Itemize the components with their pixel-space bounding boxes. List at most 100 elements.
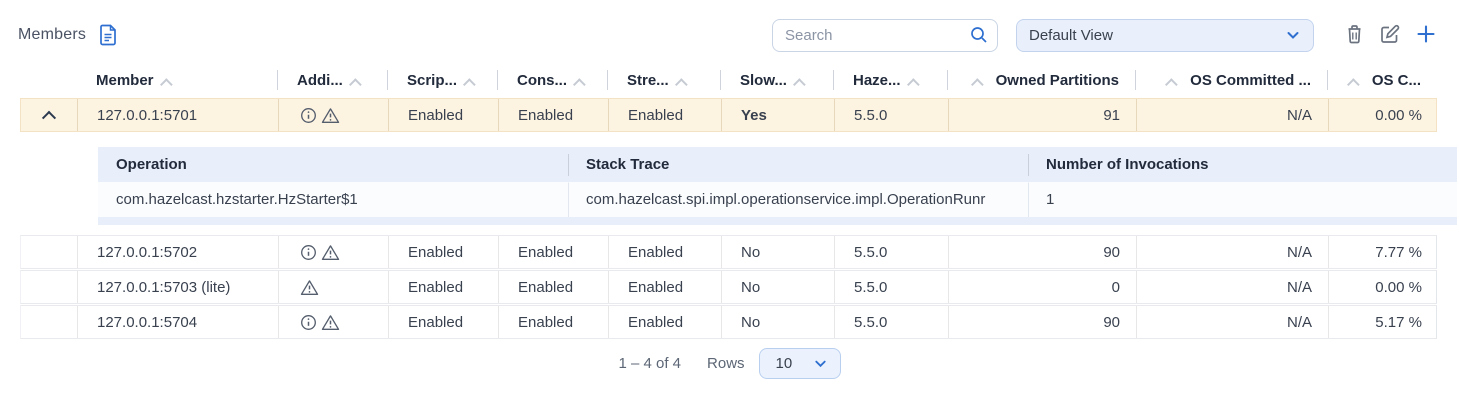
scripting-cell: Enabled bbox=[388, 236, 498, 268]
rows-per-page-select[interactable]: 10 bbox=[759, 348, 841, 379]
member-address-cell: 127.0.0.1:5704 bbox=[77, 306, 278, 338]
column-header-addi[interactable]: Addi... bbox=[277, 62, 387, 98]
sort-caret-icon bbox=[1347, 78, 1360, 91]
owned-partitions-cell: 0 bbox=[948, 271, 1136, 303]
stack-trace-cell: com.hazelcast.spi.impl.operationservice.… bbox=[568, 182, 1028, 217]
members-page: Members Default View bbox=[0, 0, 1459, 402]
owned-partitions-cell: 90 bbox=[948, 306, 1136, 338]
os-committed-cell: N/A bbox=[1136, 99, 1328, 131]
column-header-haze[interactable]: Haze... bbox=[833, 62, 947, 98]
warning-icon[interactable] bbox=[321, 314, 340, 331]
chevron-down-icon bbox=[813, 356, 828, 371]
warning-icon[interactable] bbox=[300, 279, 319, 296]
version-cell: 5.5.0 bbox=[834, 99, 948, 131]
owned-partitions-cell: 90 bbox=[948, 236, 1136, 268]
chevron-up-icon bbox=[42, 111, 56, 125]
search-input[interactable] bbox=[772, 19, 998, 52]
subtable-column-header: Stack Trace bbox=[568, 147, 1028, 182]
member-row[interactable]: 127.0.0.1:5703 (lite)EnabledEnabledEnabl… bbox=[20, 270, 1437, 304]
column-header-owned-partitions[interactable]: Owned Partitions bbox=[947, 62, 1135, 98]
column-header-os-committed[interactable]: OS Committed ... bbox=[1135, 62, 1327, 98]
column-header-expander bbox=[20, 62, 76, 98]
column-label: Addi... bbox=[297, 72, 343, 89]
view-selector[interactable]: Default View bbox=[1016, 19, 1314, 52]
document-icon[interactable] bbox=[98, 24, 118, 46]
streaming-cell: Enabled bbox=[608, 99, 721, 131]
column-header-scrip[interactable]: Scrip... bbox=[387, 62, 497, 98]
console-cell: Enabled bbox=[498, 236, 608, 268]
search-box bbox=[772, 19, 998, 52]
scripting-cell: Enabled bbox=[388, 271, 498, 303]
member-row[interactable]: 127.0.0.1:5702EnabledEnabledEnabledNo5.5… bbox=[20, 235, 1437, 269]
sort-caret-icon bbox=[971, 78, 984, 91]
column-header-cons[interactable]: Cons... bbox=[497, 62, 607, 98]
members-table: Member Addi... Scrip... Cons...Stre... Slow.… bbox=[20, 62, 1437, 339]
subtable-column-header: Number of Invocations bbox=[1028, 147, 1457, 182]
warning-icon[interactable] bbox=[321, 244, 340, 261]
table-header-row: Member Addi... Scrip... Cons...Stre... Slow.… bbox=[20, 62, 1437, 98]
column-label: Haze... bbox=[853, 72, 901, 89]
column-header-slow[interactable]: Slow... bbox=[720, 62, 833, 98]
additional-info-cell bbox=[278, 236, 388, 268]
slow-cell: No bbox=[721, 306, 834, 338]
search-icon[interactable] bbox=[970, 26, 988, 49]
version-cell: 5.5.0 bbox=[834, 271, 948, 303]
expander-cell bbox=[21, 306, 77, 338]
subtable-column-header: Operation bbox=[98, 147, 568, 182]
add-view-button[interactable] bbox=[1413, 21, 1439, 50]
info-icon[interactable] bbox=[300, 244, 317, 261]
topbar: Members Default View bbox=[0, 0, 1459, 62]
edit-view-button[interactable] bbox=[1377, 21, 1403, 50]
sort-caret-icon bbox=[349, 78, 362, 91]
collapse-row-button[interactable] bbox=[21, 99, 77, 131]
column-label: Scrip... bbox=[407, 72, 457, 89]
member-address-cell: 127.0.0.1:5702 bbox=[77, 236, 278, 268]
sort-caret-icon bbox=[573, 78, 586, 91]
subtable-header-row: OperationStack TraceNumber of Invocation… bbox=[98, 147, 1457, 182]
sort-caret-icon bbox=[463, 78, 476, 91]
subtable-footer-strip bbox=[98, 217, 1457, 225]
warning-icon[interactable] bbox=[321, 107, 340, 124]
streaming-cell: Enabled bbox=[608, 236, 721, 268]
member-row[interactable]: 127.0.0.1:5701EnabledEnabledEnabledYes5.… bbox=[20, 98, 1437, 132]
sort-caret-icon bbox=[160, 78, 173, 91]
column-label: Slow... bbox=[740, 72, 787, 89]
column-label: Member bbox=[96, 72, 154, 89]
chevron-down-icon bbox=[1285, 27, 1301, 43]
trash-icon bbox=[1344, 23, 1365, 48]
edit-icon bbox=[1379, 23, 1401, 48]
delete-view-button[interactable] bbox=[1342, 21, 1367, 50]
os-cpu-cell: 0.00 % bbox=[1328, 271, 1438, 303]
additional-info-cell bbox=[278, 306, 388, 338]
console-cell: Enabled bbox=[498, 271, 608, 303]
expander-cell bbox=[21, 271, 77, 303]
scripting-cell: Enabled bbox=[388, 99, 498, 131]
slow-cell: Yes bbox=[721, 99, 834, 131]
info-icon[interactable] bbox=[300, 314, 317, 331]
member-row[interactable]: 127.0.0.1:5704EnabledEnabledEnabledNo5.5… bbox=[20, 305, 1437, 339]
invocations-cell: 1 bbox=[1028, 182, 1457, 217]
column-header-member[interactable]: Member bbox=[76, 62, 277, 98]
table-body: 127.0.0.1:5701EnabledEnabledEnabledYes5.… bbox=[20, 98, 1437, 339]
slow-cell: No bbox=[721, 271, 834, 303]
version-cell: 5.5.0 bbox=[834, 236, 948, 268]
additional-info-cell bbox=[278, 99, 388, 131]
os-cpu-cell: 5.17 % bbox=[1328, 306, 1438, 338]
rows-per-page-label: Rows bbox=[707, 355, 745, 372]
sort-caret-icon bbox=[907, 78, 920, 91]
owned-partitions-cell: 91 bbox=[948, 99, 1136, 131]
column-label: Owned Partitions bbox=[996, 72, 1119, 89]
console-cell: Enabled bbox=[498, 306, 608, 338]
column-header-stre[interactable]: Stre... bbox=[607, 62, 720, 98]
view-selector-value: Default View bbox=[1029, 27, 1285, 44]
column-label: OS Committed ... bbox=[1190, 72, 1311, 89]
sort-caret-icon bbox=[793, 78, 806, 91]
column-header-os-c[interactable]: OS C... bbox=[1327, 62, 1437, 98]
sort-caret-icon bbox=[1165, 78, 1178, 91]
info-icon[interactable] bbox=[300, 107, 317, 124]
subtable-row: com.hazelcast.hzstarter.HzStarter$1com.h… bbox=[98, 182, 1457, 217]
slow-operations-subtable: OperationStack TraceNumber of Invocation… bbox=[98, 147, 1457, 225]
page-title: Members bbox=[18, 26, 86, 44]
os-cpu-cell: 0.00 % bbox=[1328, 99, 1438, 131]
rows-per-page-value: 10 bbox=[776, 355, 813, 372]
